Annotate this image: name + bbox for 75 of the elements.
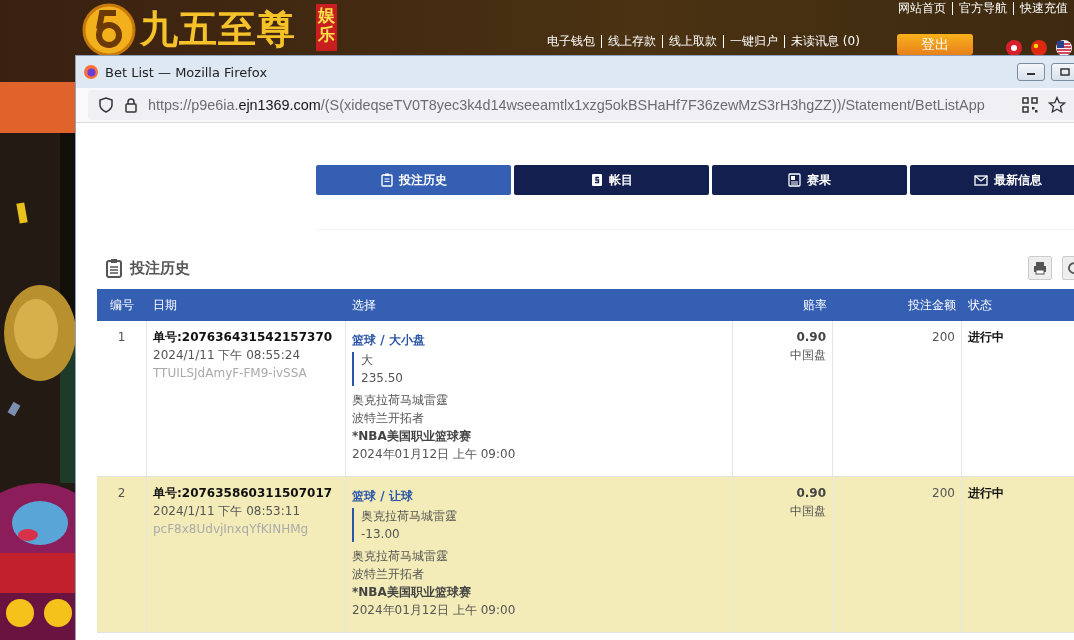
printer-icon <box>1033 261 1047 275</box>
restore-icon <box>1060 67 1070 77</box>
odds-type: 中国盘 <box>790 503 826 519</box>
account-link[interactable]: 一键归户 <box>723 35 784 48</box>
odds-value: 0.90 <box>796 485 826 501</box>
clipboard-icon <box>106 258 122 278</box>
tab[interactable]: 最新信息 <box>910 165 1074 195</box>
dollar-document-icon <box>590 173 603 187</box>
clipboard-icon <box>380 173 393 187</box>
header-link[interactable]: 官方导航 <box>952 2 1013 15</box>
team-name: 波特兰开拓者 <box>352 410 424 426</box>
account-link[interactable]: 电子钱包 <box>541 35 601 48</box>
flag-icon[interactable] <box>1056 40 1072 56</box>
tab[interactable]: 投注历史 <box>316 165 511 195</box>
account-link[interactable]: 线上存款 <box>601 35 662 48</box>
table-row[interactable]: 2 单号:207635860311507017 2024/1/11 下午 08:53:11 pcF8x8UdvjInxqYfKINHMg 篮球 / 让球 奥克拉荷马城雷霆 -13.00 奥克拉荷马城雷霆 波特兰开拓者 *NBA美国职业篮球赛 2024年01月12日 上午 09:00 0.90 中国盘 200 进行中 <box>97 477 1074 633</box>
team-name: 奥克拉荷马城雷霆 <box>352 548 448 564</box>
pick-text: 大 <box>361 352 374 368</box>
bet-status: 进行中 <box>968 485 1004 501</box>
odds-value: 0.90 <box>796 329 826 345</box>
account-link[interactable]: 未读讯息 (0) <box>784 35 866 48</box>
url-text: https://p9e6ia.ejn1369.com/(S(xideqseTV0T8yec3k4d14wseeamtlx1xzg5okBSHaHf7F36zewMzS3rH3hgZZ))/Statement/BetListApp <box>148 97 985 113</box>
row-number: 2 <box>117 485 126 501</box>
header-link[interactable]: 网站首页 <box>892 2 952 15</box>
bet-code: TTUILSJdAmyF-FM9-ivSSA <box>153 365 307 381</box>
pick-text: 235.50 <box>361 370 403 386</box>
shield-icon <box>98 97 114 113</box>
stake-amount: 200 <box>932 485 955 501</box>
bet-status: 进行中 <box>968 329 1004 345</box>
window-title: Bet List — Mozilla Firefox <box>105 64 268 80</box>
logo-icon <box>82 3 136 57</box>
team-name: 波特兰开拓者 <box>352 566 424 582</box>
bet-code: pcF8x8UdvjInxqYfKINHMg <box>153 521 309 537</box>
document-icon <box>788 173 801 187</box>
account-link[interactable]: 线上取款 <box>662 35 723 48</box>
restore-button[interactable] <box>1051 63 1074 81</box>
star-icon[interactable] <box>1048 96 1066 114</box>
firefox-icon <box>84 65 98 79</box>
print-button[interactable] <box>1028 256 1052 280</box>
section-title: 投注历史 <box>130 258 190 278</box>
market-link[interactable]: 篮球 / 大小盘 <box>352 332 425 348</box>
column-header: 赔率 <box>802 296 828 314</box>
flag-icon[interactable] <box>1031 40 1047 56</box>
column-header: 选择 <box>351 296 377 314</box>
market-link[interactable]: 篮球 / 让球 <box>352 488 413 504</box>
match-time: 2024年01月12日 上午 09:00 <box>352 446 516 462</box>
bet-time: 2024/1/11 下午 08:55:24 <box>153 347 301 363</box>
league-name: *NBA美国职业篮球赛 <box>352 428 471 444</box>
logo-text: 九五至尊 <box>140 6 296 53</box>
tab[interactable]: 帐目 <box>514 165 709 195</box>
tab[interactable]: 赛果 <box>712 165 907 195</box>
pick-text: -13.00 <box>361 526 401 542</box>
lock-icon <box>124 97 138 113</box>
envelope-icon <box>973 174 988 186</box>
address-bar[interactable]: https://p9e6ia.ejn1369.com/(S(xideqseTV0T8yec3k4d14wseeamtlx1xzg5okBSHaHf7F36zewMzS3rH3hgZZ))/Statement/BetListApp <box>88 90 1074 120</box>
ticket-number: 单号:207636431542157370 <box>153 329 333 345</box>
table-row[interactable]: 1 单号:207636431542157370 2024/1/11 下午 08:55:24 TTUILSJdAmyF-FM9-ivSSA 篮球 / 大小盘 大 235.50 奥克拉荷马城雷霆 波特兰开拓者 *NBA美国职业篮球赛 2024年01月12日 上午 09:00 0.90 中国盘 200 进行中 <box>97 321 1074 477</box>
row-number: 1 <box>117 329 126 345</box>
header-link[interactable]: 快速充值 <box>1013 2 1068 15</box>
odds-type: 中国盘 <box>790 347 826 363</box>
match-time: 2024年01月12日 上午 09:00 <box>352 602 516 618</box>
column-header: 编号 <box>109 296 135 314</box>
league-name: *NBA美国职业篮球赛 <box>352 584 471 600</box>
pick-text: 奥克拉荷马城雷霆 <box>361 508 457 524</box>
column-header: 投注金额 <box>907 296 957 314</box>
ticket-number: 单号:207635860311507017 <box>153 485 333 501</box>
column-header: 状态 <box>967 296 993 314</box>
bet-time: 2024/1/11 下午 08:53:11 <box>153 503 301 519</box>
qr-code-icon[interactable] <box>1022 97 1038 113</box>
logo-badge: 娱乐 <box>316 4 337 52</box>
team-name: 奥克拉荷马城雷霆 <box>352 392 448 408</box>
minimize-button[interactable] <box>1017 63 1045 81</box>
stake-amount: 200 <box>932 329 955 345</box>
column-header: 日期 <box>152 296 178 314</box>
flag-icon[interactable] <box>1006 40 1022 56</box>
